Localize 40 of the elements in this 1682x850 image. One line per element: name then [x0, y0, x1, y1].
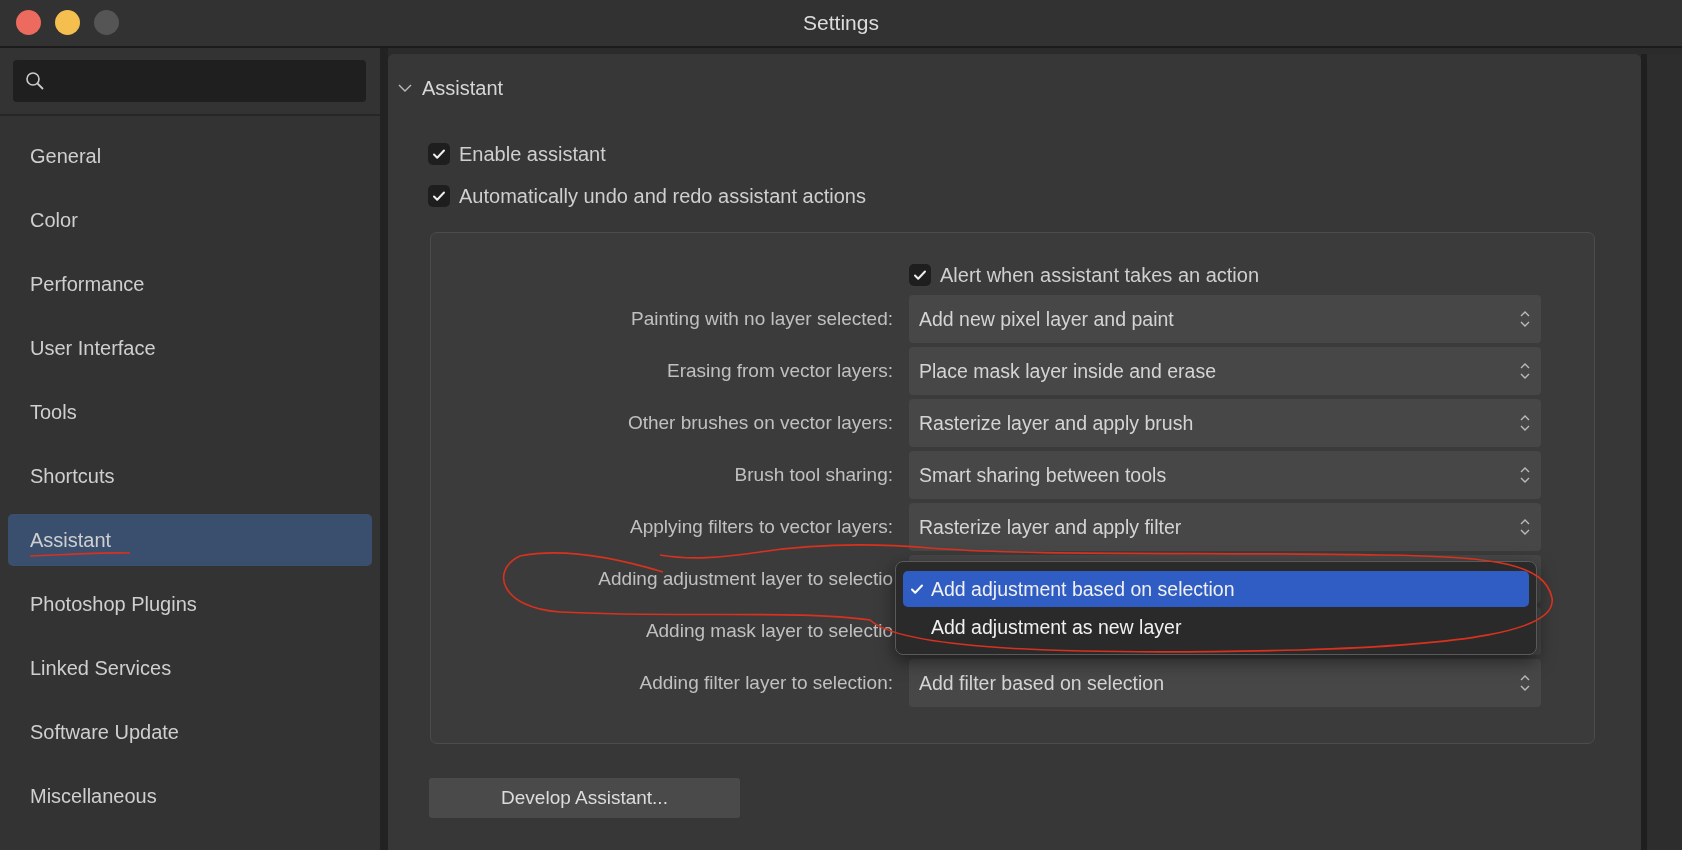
- setting-label: Applying filters to vector layers:: [629, 516, 893, 538]
- sidebar-item[interactable]: Assistant: [8, 514, 372, 566]
- minimize-button[interactable]: [55, 10, 80, 35]
- checkbox-label: Enable assistant: [459, 142, 606, 166]
- search-field[interactable]: [13, 60, 366, 102]
- dropdown[interactable]: Rasterize layer and apply brush: [909, 399, 1541, 447]
- dropdown[interactable]: Rasterize layer and apply filter: [909, 503, 1541, 551]
- section-title: Assistant: [422, 76, 504, 100]
- sidebar-item[interactable]: Linked Services: [8, 642, 372, 694]
- sidebar-item[interactable]: General: [8, 130, 372, 182]
- develop-assistant-button[interactable]: Develop Assistant...: [429, 778, 740, 818]
- setting-label: Erasing from vector layers:: [666, 360, 893, 382]
- checkbox[interactable]: [428, 143, 450, 165]
- checkbox[interactable]: [428, 185, 450, 207]
- sidebar-item[interactable]: Performance: [8, 258, 372, 310]
- dropdown[interactable]: Add new pixel layer and paint: [909, 295, 1541, 343]
- sidebar-item[interactable]: Shortcuts: [8, 450, 372, 502]
- sidebar-item[interactable]: Miscellaneous: [8, 770, 372, 822]
- menu-item[interactable]: Add adjustment as new layer: [903, 609, 1529, 645]
- setting-label: Brush tool sharing:: [733, 464, 893, 486]
- checkbox[interactable]: [909, 264, 931, 286]
- setting-label: Adding filter layer to selection:: [638, 672, 893, 694]
- setting-label: Adding adjustment layer to selectio: [597, 568, 893, 590]
- dropdown[interactable]: Add filter based on selection: [909, 659, 1541, 707]
- dropdown[interactable]: Place mask layer inside and erase: [909, 347, 1541, 395]
- sidebar-item[interactable]: Color: [8, 194, 372, 246]
- setting-label: Other brushes on vector layers:: [626, 412, 893, 434]
- setting-label: Adding mask layer to selectio: [644, 620, 893, 642]
- sidebar-item[interactable]: Software Update: [8, 706, 372, 758]
- checkbox-label: Alert when assistant takes an action: [940, 263, 1260, 287]
- sidebar-item[interactable]: User Interface: [8, 322, 372, 374]
- window-title: Settings: [803, 11, 879, 35]
- checkbox-label: Automatically undo and redo assistant actions: [459, 184, 866, 208]
- sidebar-item[interactable]: Tools: [8, 386, 372, 438]
- menu-item[interactable]: Add adjustment based on selection: [903, 571, 1529, 607]
- dropdown[interactable]: Smart sharing between tools: [909, 451, 1541, 499]
- setting-label: Painting with no layer selected:: [630, 308, 893, 330]
- close-button[interactable]: [16, 10, 41, 35]
- search-icon: [25, 71, 45, 91]
- sidebar-item[interactable]: Photoshop Plugins: [8, 578, 372, 630]
